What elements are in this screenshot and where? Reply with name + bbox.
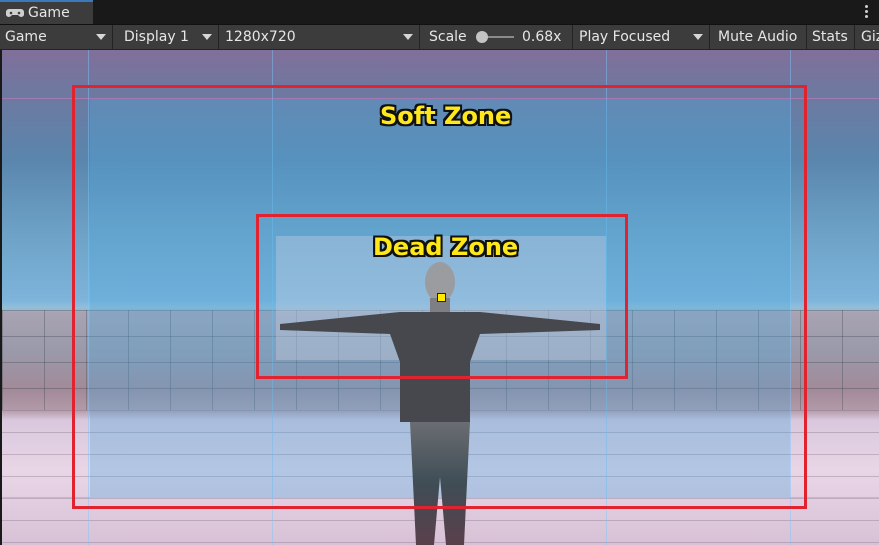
dead-zone-label: Dead Zone — [373, 233, 519, 261]
scale-label-text: Scale — [429, 29, 467, 45]
tab-label: Game — [28, 5, 70, 21]
game-viewport[interactable]: Soft Zone Dead Zone — [2, 50, 879, 545]
game-view-toolbar: Game Display 1 1280x720 Scale 0.68x Play… — [0, 25, 879, 50]
chevron-down-icon — [96, 34, 106, 40]
mute-audio-label: Mute Audio — [718, 29, 798, 45]
scale-value-text: 0.68x — [522, 29, 562, 45]
stats-toggle[interactable]: Stats — [807, 25, 855, 49]
display-dropdown-label: Display 1 — [124, 29, 189, 45]
tab-game[interactable]: Game — [0, 0, 93, 24]
scale-label: Scale — [424, 25, 474, 49]
play-mode-dropdown[interactable]: Play Focused — [574, 25, 710, 49]
stats-label: Stats — [812, 29, 848, 45]
view-dropdown[interactable]: Game — [0, 25, 113, 49]
scale-value: 0.68x — [517, 25, 573, 49]
chevron-down-icon — [202, 34, 212, 40]
gizmos-label: Giz — [861, 29, 879, 45]
play-mode-label: Play Focused — [579, 29, 671, 45]
kebab-menu-icon[interactable] — [865, 3, 869, 19]
soft-zone-label: Soft Zone — [380, 102, 512, 130]
chevron-down-icon — [693, 34, 703, 40]
tab-bar: Game — [0, 0, 879, 25]
mute-audio-toggle[interactable]: Mute Audio — [713, 25, 807, 49]
gizmos-toggle[interactable]: Giz — [856, 25, 879, 49]
slider-knob[interactable] — [476, 31, 488, 43]
gamepad-icon — [6, 7, 24, 19]
chevron-down-icon — [403, 34, 413, 40]
scale-slider[interactable] — [476, 25, 516, 49]
display-dropdown[interactable]: Display 1 — [119, 25, 219, 49]
resolution-dropdown-label: 1280x720 — [225, 29, 296, 45]
view-dropdown-label: Game — [5, 29, 47, 45]
resolution-dropdown[interactable]: 1280x720 — [220, 25, 420, 49]
